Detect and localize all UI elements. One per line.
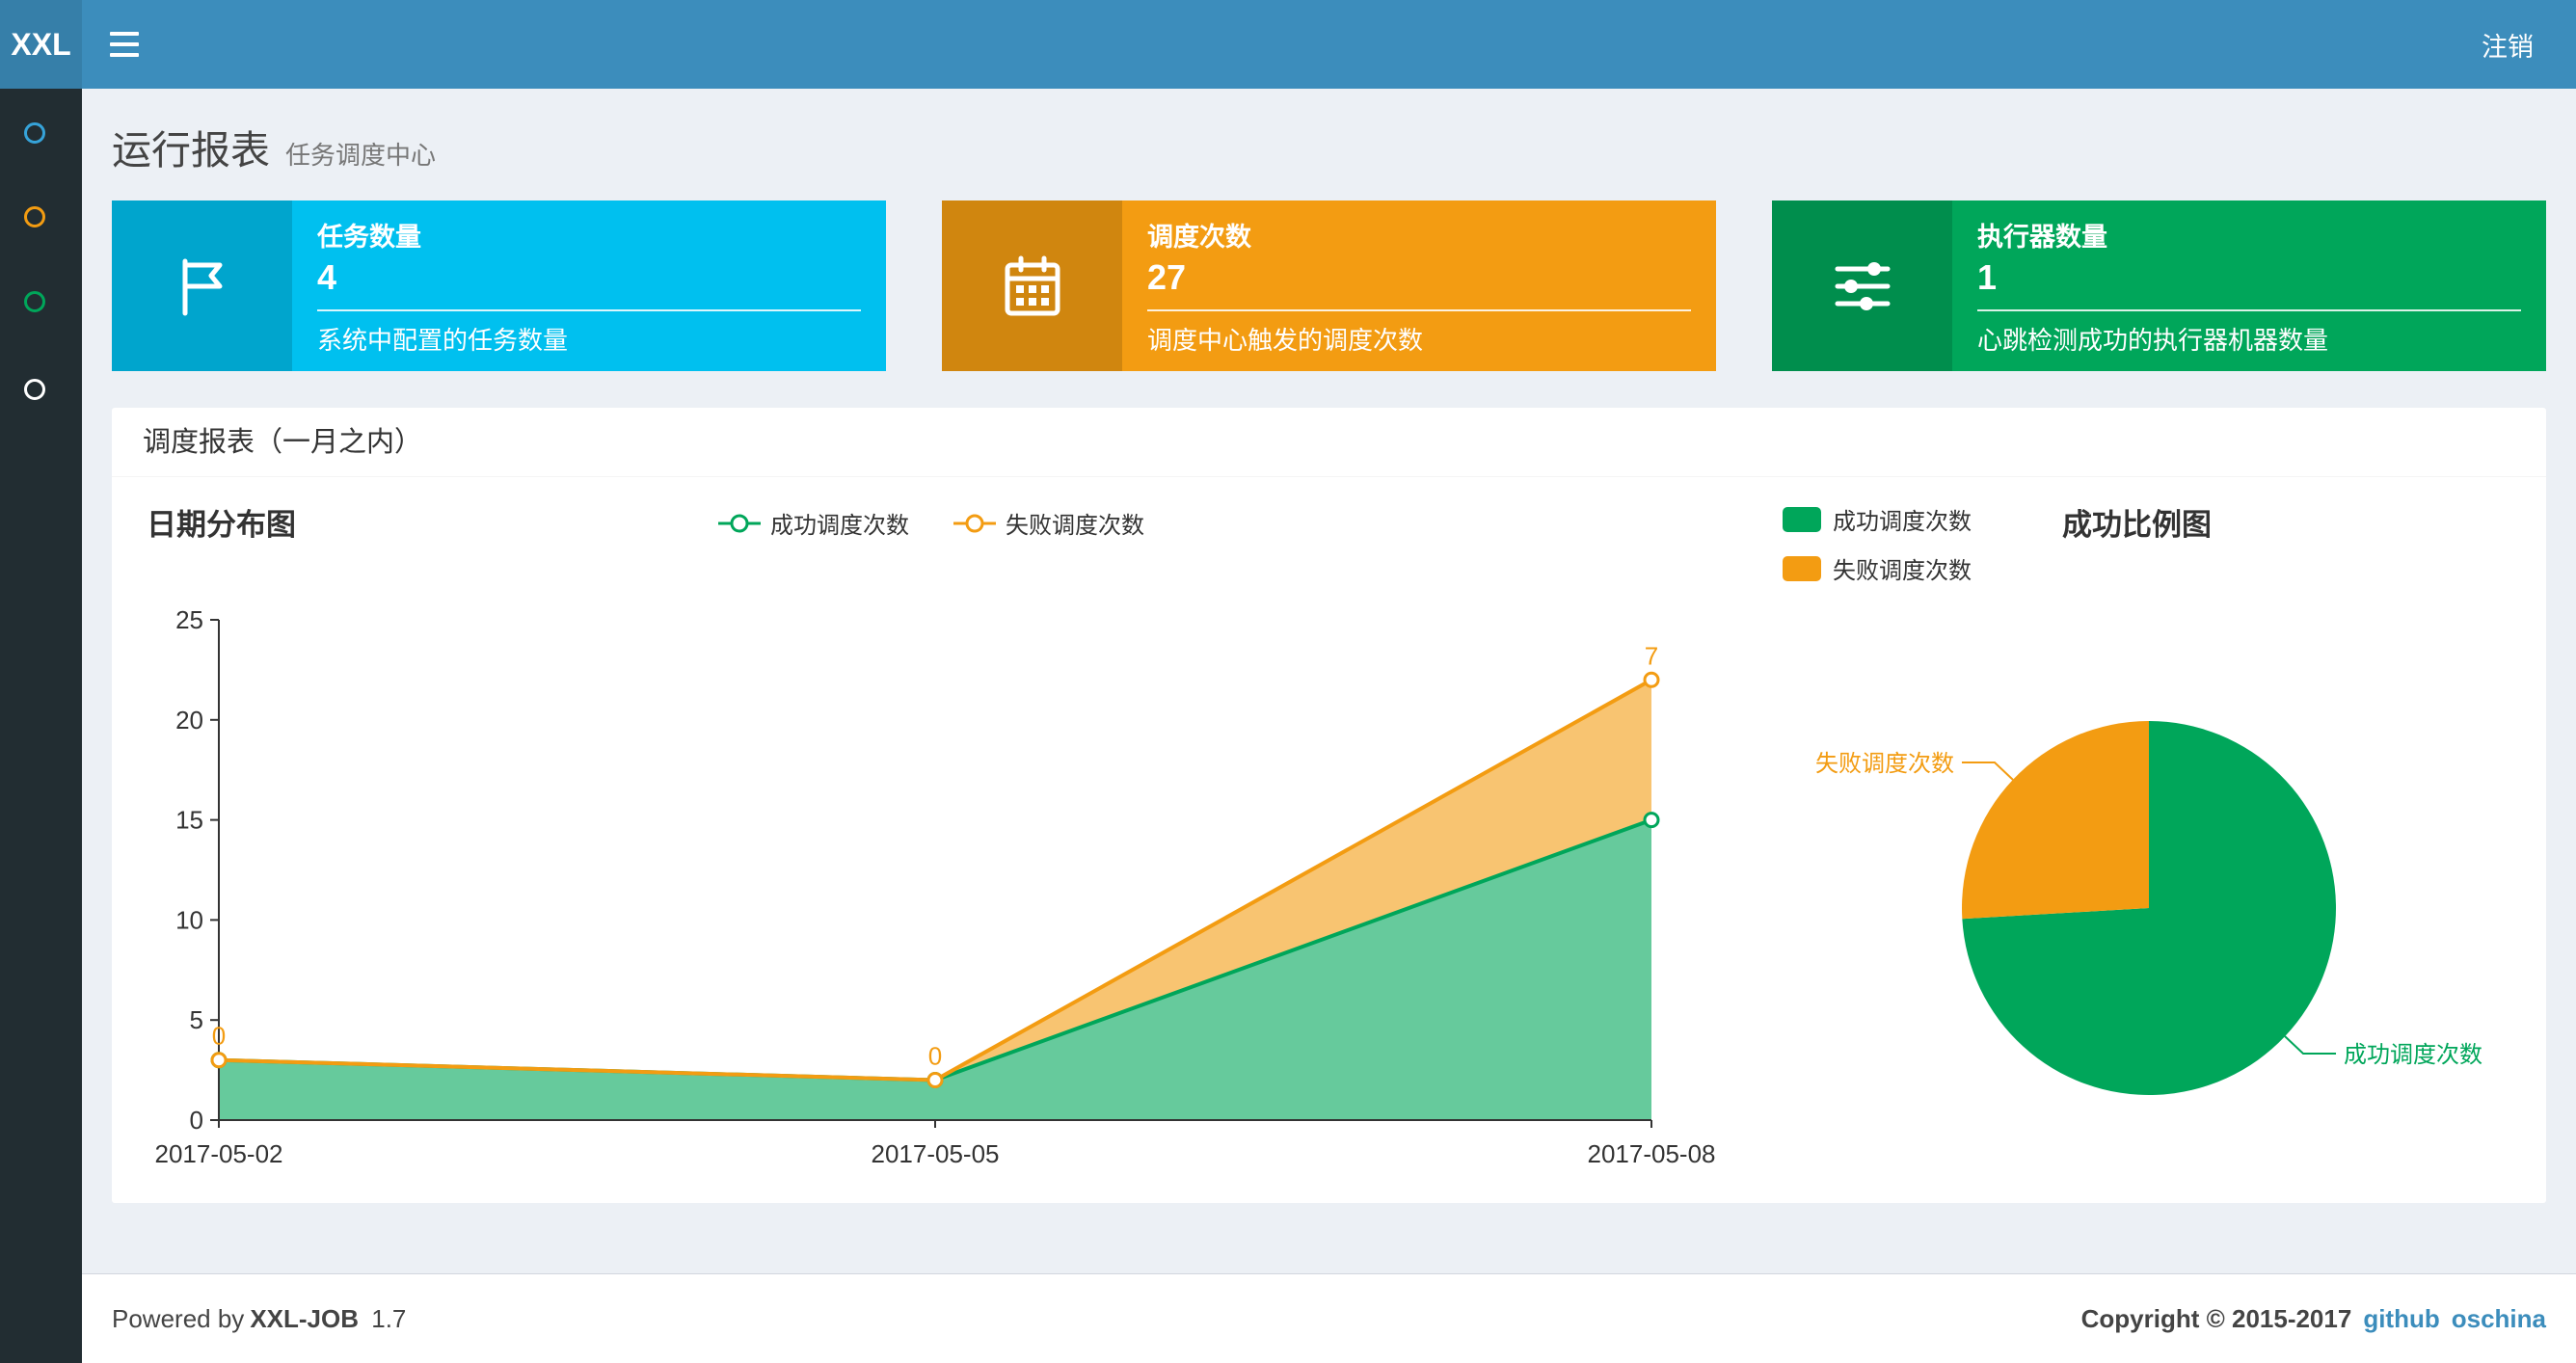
logout-button[interactable]: 注销 <box>2439 0 2576 89</box>
card-label: 调度次数 <box>1147 223 1251 252</box>
footer-copyright: Copyright © 2015-2017 github oschina <box>2080 1303 2546 1334</box>
pie-legend-item-success[interactable]: 成功调度次数 <box>1783 502 1972 536</box>
legend-item-success[interactable]: 成功调度次数 <box>718 506 909 540</box>
line-chart-legend: 成功调度次数 失败调度次数 <box>594 506 1269 540</box>
flag-icon <box>112 200 292 371</box>
svg-text:成功调度次数: 成功调度次数 <box>2344 1042 2482 1068</box>
card-label: 执行器数量 <box>1977 223 2107 252</box>
card-job-count: 任务数量 4 系统中配置的任务数量 <box>112 200 886 371</box>
footer: Powered by XXL-JOB 1.7 Copyright © 2015-2… <box>82 1273 2576 1363</box>
sidebar <box>0 89 82 1363</box>
success-ratio-pie-chart: 成功调度次数 失败调度次数 <box>1815 721 2482 1095</box>
sidebar-item-3[interactable] <box>24 291 45 312</box>
line-legend-marker-fail <box>953 514 996 532</box>
svg-text:2017-05-02: 2017-05-02 <box>155 1139 283 1168</box>
svg-text:0: 0 <box>212 1022 226 1051</box>
svg-text:15: 15 <box>175 806 203 835</box>
pie-legend-swatch-fail <box>1783 555 1821 581</box>
panel-title: 调度报表（一月之内） <box>112 408 2546 477</box>
sidebar-item-4[interactable] <box>24 379 45 400</box>
sliders-icon <box>1772 200 1952 371</box>
main-content: 运行报表 任务调度中心 任务数量 4 系统中配置的任务数量 调度次数 27 调度… <box>82 89 2576 1363</box>
pie-chart-title: 成功比例图 <box>2062 508 2212 542</box>
sidebar-toggle-button[interactable] <box>82 0 167 89</box>
line-legend-marker-success <box>718 514 761 532</box>
card-value: 1 <box>1977 257 1998 297</box>
svg-text:25: 25 <box>175 605 203 634</box>
card-value: 4 <box>317 257 337 297</box>
page-subtitle: 任务调度中心 <box>285 141 437 170</box>
report-panel: 调度报表（一月之内） 日期分布图 成功调度次数 失败调度次数 0 5 10 15 20 2… <box>112 408 2546 1203</box>
svg-text:5: 5 <box>190 1005 203 1034</box>
svg-text:2017-05-08: 2017-05-08 <box>1588 1139 1716 1168</box>
summary-cards: 任务数量 4 系统中配置的任务数量 调度次数 27 调度中心触发的调度次数 执行… <box>112 200 2546 371</box>
card-description: 系统中配置的任务数量 <box>317 326 569 355</box>
svg-text:0: 0 <box>190 1106 203 1135</box>
hamburger-icon <box>110 32 139 36</box>
app-logo[interactable]: XXL <box>0 0 82 89</box>
svg-text:7: 7 <box>1645 641 1658 670</box>
card-label: 任务数量 <box>317 223 421 252</box>
legend-item-fail[interactable]: 失败调度次数 <box>953 506 1144 540</box>
product-version: 1.7 <box>371 1303 407 1333</box>
card-divider <box>317 309 861 311</box>
page-title: 运行报表 <box>112 128 270 173</box>
footer-powered-by: Powered by XXL-JOB 1.7 <box>112 1303 407 1333</box>
top-navbar: XXL 注销 <box>0 0 2576 89</box>
product-name: XXL-JOB <box>250 1303 359 1333</box>
svg-text:10: 10 <box>175 905 203 934</box>
svg-text:0: 0 <box>928 1041 942 1070</box>
card-executor-count: 执行器数量 1 心跳检测成功的执行器机器数量 <box>1772 200 2546 371</box>
oschina-link[interactable]: oschina <box>2452 1304 2546 1334</box>
github-link[interactable]: github <box>2363 1304 2439 1334</box>
card-description: 调度中心触发的调度次数 <box>1147 326 1424 355</box>
svg-text:2017-05-05: 2017-05-05 <box>872 1139 1000 1168</box>
card-value: 27 <box>1147 257 1187 297</box>
sidebar-item-2[interactable] <box>24 206 45 227</box>
line-chart-title: 日期分布图 <box>147 508 296 542</box>
date-distribution-chart: 05101520252017-05-02 2017-05-05 2017-05-08… <box>155 605 1716 1168</box>
card-divider <box>1147 309 1691 311</box>
pie-chart-legend: 成功调度次数 失败调度次数 <box>1783 502 1972 585</box>
pie-legend-item-fail[interactable]: 失败调度次数 <box>1783 551 1972 585</box>
card-trigger-count: 调度次数 27 调度中心触发的调度次数 <box>942 200 1716 371</box>
sidebar-item-1[interactable] <box>24 122 45 144</box>
page-header: 运行报表 任务调度中心 <box>82 89 2576 197</box>
navbar-spacer <box>167 0 2439 89</box>
svg-text:20: 20 <box>175 706 203 735</box>
pie-legend-swatch-success <box>1783 506 1821 532</box>
calendar-icon <box>942 200 1122 371</box>
svg-text:失败调度次数: 失败调度次数 <box>1815 751 1954 777</box>
card-description: 心跳检测成功的执行器机器数量 <box>1977 326 2329 355</box>
card-divider <box>1977 309 2521 311</box>
